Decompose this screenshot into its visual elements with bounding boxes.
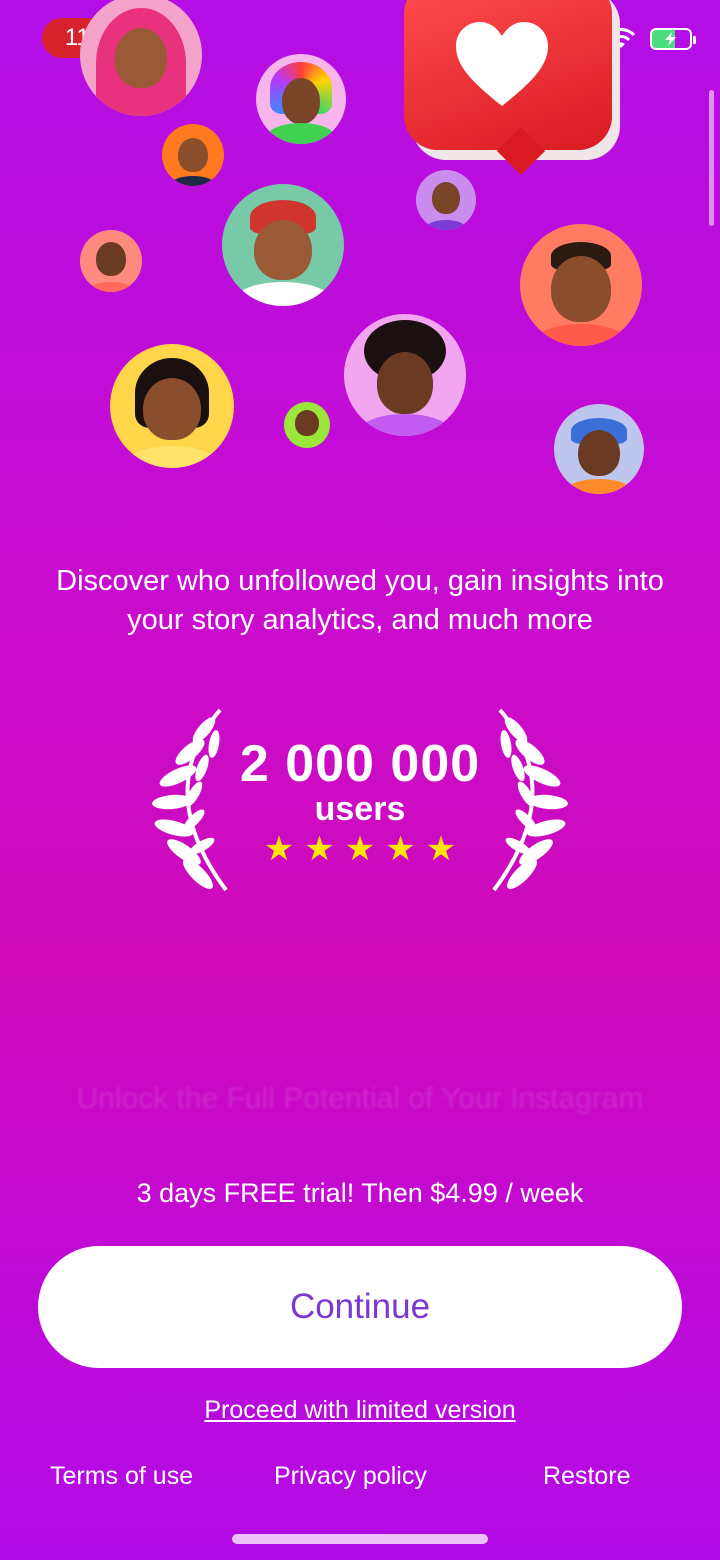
laurel-right-icon (492, 708, 568, 892)
users-award: 2 000 000 users ★ ★ ★ ★ ★ (130, 700, 590, 910)
star-icon: ★ (344, 830, 376, 868)
avatar-tiny-green (284, 402, 330, 448)
hero-illustration (0, 0, 720, 500)
avatar-cap (554, 404, 644, 494)
terms-link[interactable]: Terms of use (50, 1462, 193, 1491)
heart-icon (456, 22, 548, 106)
restore-link[interactable]: Restore (543, 1462, 631, 1491)
avatar-orange (162, 124, 224, 186)
privacy-link[interactable]: Privacy policy (274, 1462, 427, 1491)
faded-headline: Unlock the Full Potential of Your Instag… (76, 1082, 644, 1115)
avatar-rainbow-hair (256, 54, 346, 144)
avatar-afro-glasses (344, 314, 466, 436)
avatar-yellow-girl (110, 344, 234, 468)
limited-version-link[interactable]: Proceed with limited version (0, 1396, 720, 1425)
avatar-small-red (80, 230, 142, 292)
footer-links: Terms of use Privacy policy Restore (0, 1462, 720, 1502)
continue-button[interactable]: Continue (38, 1246, 682, 1368)
star-icon: ★ (304, 830, 335, 868)
avatar-glasses-beard (520, 224, 642, 346)
avatar-small-purple (416, 170, 476, 230)
avatar-pink-hijab (80, 0, 202, 116)
star-icon: ★ (425, 830, 457, 868)
tagline: Discover who unfollowed you, gain insigh… (56, 565, 664, 636)
trial-text: 3 days FREE trial! Then $4.99 / week (136, 1178, 584, 1208)
star-icon: ★ (385, 830, 416, 868)
avatar-red-beanie (222, 184, 344, 306)
star-icon: ★ (263, 830, 295, 868)
home-indicator[interactable] (232, 1534, 488, 1544)
